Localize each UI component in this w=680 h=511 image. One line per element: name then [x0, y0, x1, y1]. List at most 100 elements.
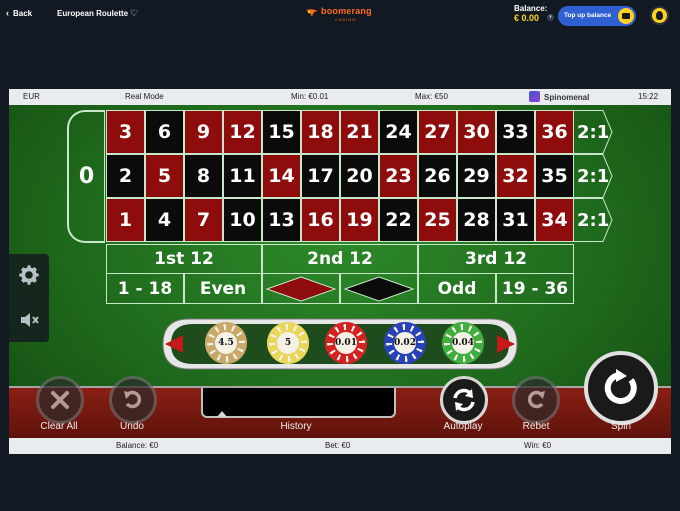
column-bet-2to1[interactable]: 2:1 — [573, 198, 613, 242]
logo-sub: CASINO — [335, 17, 357, 22]
chip-value: 0.04 — [450, 330, 476, 356]
chip-5[interactable]: 5 — [267, 322, 309, 364]
sound-muted-icon[interactable] — [17, 308, 41, 332]
autoplay-button[interactable] — [440, 376, 488, 424]
spin-icon — [604, 369, 637, 404]
bet-number-cell[interactable]: 23 — [379, 154, 418, 198]
history-indicator — [217, 411, 227, 417]
bet-number-cell[interactable]: 16 — [301, 198, 340, 242]
currency-label: EUR — [23, 92, 40, 101]
bet-zero[interactable]: 0 — [67, 110, 105, 243]
chip-0-04[interactable]: 0.04 — [442, 322, 484, 364]
provider-logo: Spinomenal — [529, 90, 599, 104]
dozen-bet[interactable]: 1st 12 — [106, 244, 262, 274]
bet-number-cell[interactable]: 1 — [106, 198, 145, 242]
clear-all-button[interactable] — [36, 376, 84, 424]
provider-name: Spinomenal — [544, 93, 590, 102]
chip-4-5[interactable]: 4.5 — [205, 322, 247, 364]
bet-number-cell[interactable]: 35 — [535, 154, 574, 198]
spin-button[interactable] — [584, 351, 658, 425]
bet-number-cell[interactable]: 26 — [418, 154, 457, 198]
bet-high-19-36[interactable]: 19 - 36 — [496, 273, 574, 304]
bet-number-cell[interactable]: 8 — [184, 154, 223, 198]
spin-label: Spin — [610, 421, 631, 432]
wallet-icon — [618, 8, 634, 24]
black-diamond-icon — [343, 275, 415, 302]
bet-number-cell[interactable]: 21 — [340, 110, 379, 154]
heart-icon[interactable]: ♡ — [130, 8, 138, 19]
bet-number-cell[interactable]: 11 — [223, 154, 262, 198]
bet-number-cell[interactable]: 3 — [106, 110, 145, 154]
clear-all-label: Clear All — [40, 421, 78, 432]
bet-number-cell[interactable]: 7 — [184, 198, 223, 242]
bet-number-cell[interactable]: 36 — [535, 110, 574, 154]
settings-gear-icon[interactable] — [16, 262, 42, 288]
red-diamond-icon — [265, 275, 337, 302]
undo-icon — [124, 390, 142, 409]
bet-number-cell[interactable]: 27 — [418, 110, 457, 154]
spinomenal-logo-icon — [529, 91, 540, 102]
side-panel — [9, 254, 49, 342]
bet-number-cell[interactable]: 25 — [418, 198, 457, 242]
top-up-label: Top up balance — [564, 12, 612, 19]
logo-word: boomerang — [321, 6, 372, 16]
balance-label: Balance: — [514, 4, 548, 13]
user-avatar-icon[interactable] — [650, 6, 669, 25]
mode-label: Real Mode — [125, 92, 164, 101]
dozen-bet[interactable]: 3rd 12 — [418, 244, 574, 274]
dozen-bet[interactable]: 2nd 12 — [262, 244, 418, 274]
bet-number-cell[interactable]: 17 — [301, 154, 340, 198]
bet-number-cell[interactable]: 15 — [262, 110, 301, 154]
back-button[interactable]: ‹ Back — [6, 8, 32, 18]
bet-odd[interactable]: Odd — [418, 273, 496, 304]
column-bet-2to1[interactable]: 2:1 — [573, 154, 613, 198]
bet-number-cell[interactable]: 30 — [457, 110, 496, 154]
bet-number-cell[interactable]: 6 — [145, 110, 184, 154]
bet-number-cell[interactable]: 28 — [457, 198, 496, 242]
rebet-icon — [527, 390, 545, 409]
balance-dropdown-icon[interactable]: ▾ — [547, 14, 554, 21]
bet-red[interactable] — [262, 273, 340, 304]
chip-0-01[interactable]: 0.01 — [325, 322, 367, 364]
info-bar: EUR Real Mode Min: €0.01 Max: €50 Spinom… — [9, 89, 671, 105]
undo-button[interactable] — [109, 376, 157, 424]
bet-number-cell[interactable]: 29 — [457, 154, 496, 198]
bet-number-cell[interactable]: 22 — [379, 198, 418, 242]
bet-number-cell[interactable]: 4 — [145, 198, 184, 242]
status-bar: Balance: €0 Bet: €0 Win: €0 — [9, 438, 671, 454]
bet-number-cell[interactable]: 20 — [340, 154, 379, 198]
bet-number-cell[interactable]: 18 — [301, 110, 340, 154]
autoplay-icon — [453, 388, 475, 412]
bet-number-cell[interactable]: 32 — [496, 154, 535, 198]
bet-black[interactable] — [340, 273, 418, 304]
bet-number-cell[interactable]: 24 — [379, 110, 418, 154]
bet-number-cell[interactable]: 5 — [145, 154, 184, 198]
bet-number-cell[interactable]: 9 — [184, 110, 223, 154]
chip-value: 4.5 — [213, 330, 239, 356]
bet-number-cell[interactable]: 14 — [262, 154, 301, 198]
balance-value: € 0.00 — [514, 13, 540, 23]
bet-even[interactable]: Even — [184, 273, 262, 304]
bet-number-cell[interactable]: 2 — [106, 154, 145, 198]
bet-number-cell[interactable]: 31 — [496, 198, 535, 242]
history-label: History — [280, 421, 312, 432]
top-up-button[interactable]: Top up balance — [558, 6, 636, 26]
bet-number-cell[interactable]: 19 — [340, 198, 379, 242]
brand-logo[interactable]: boomerang CASINO — [305, 5, 380, 25]
column-bet-label: 2:1 — [577, 209, 610, 231]
chip-0-02[interactable]: 0.02 — [384, 322, 426, 364]
history-panel[interactable] — [201, 388, 396, 418]
bet-number-cell[interactable]: 13 — [262, 198, 301, 242]
bet-number-cell[interactable]: 34 — [535, 198, 574, 242]
status-win: Win: €0 — [524, 441, 552, 450]
undo-label: Undo — [120, 421, 144, 432]
rebet-button[interactable] — [512, 376, 560, 424]
bet-number-cell[interactable]: 12 — [223, 110, 262, 154]
bet-number-cell[interactable]: 33 — [496, 110, 535, 154]
chip-value: 0.01 — [333, 330, 359, 356]
autoplay-label: Autoplay — [443, 421, 483, 432]
top-bar: ‹ Back European Roulette ♡ boomerang CAS… — [0, 0, 680, 30]
bet-low-1-18[interactable]: 1 - 18 — [106, 273, 184, 304]
bet-number-cell[interactable]: 10 — [223, 198, 262, 242]
column-bet-2to1[interactable]: 2:1 — [573, 110, 613, 154]
